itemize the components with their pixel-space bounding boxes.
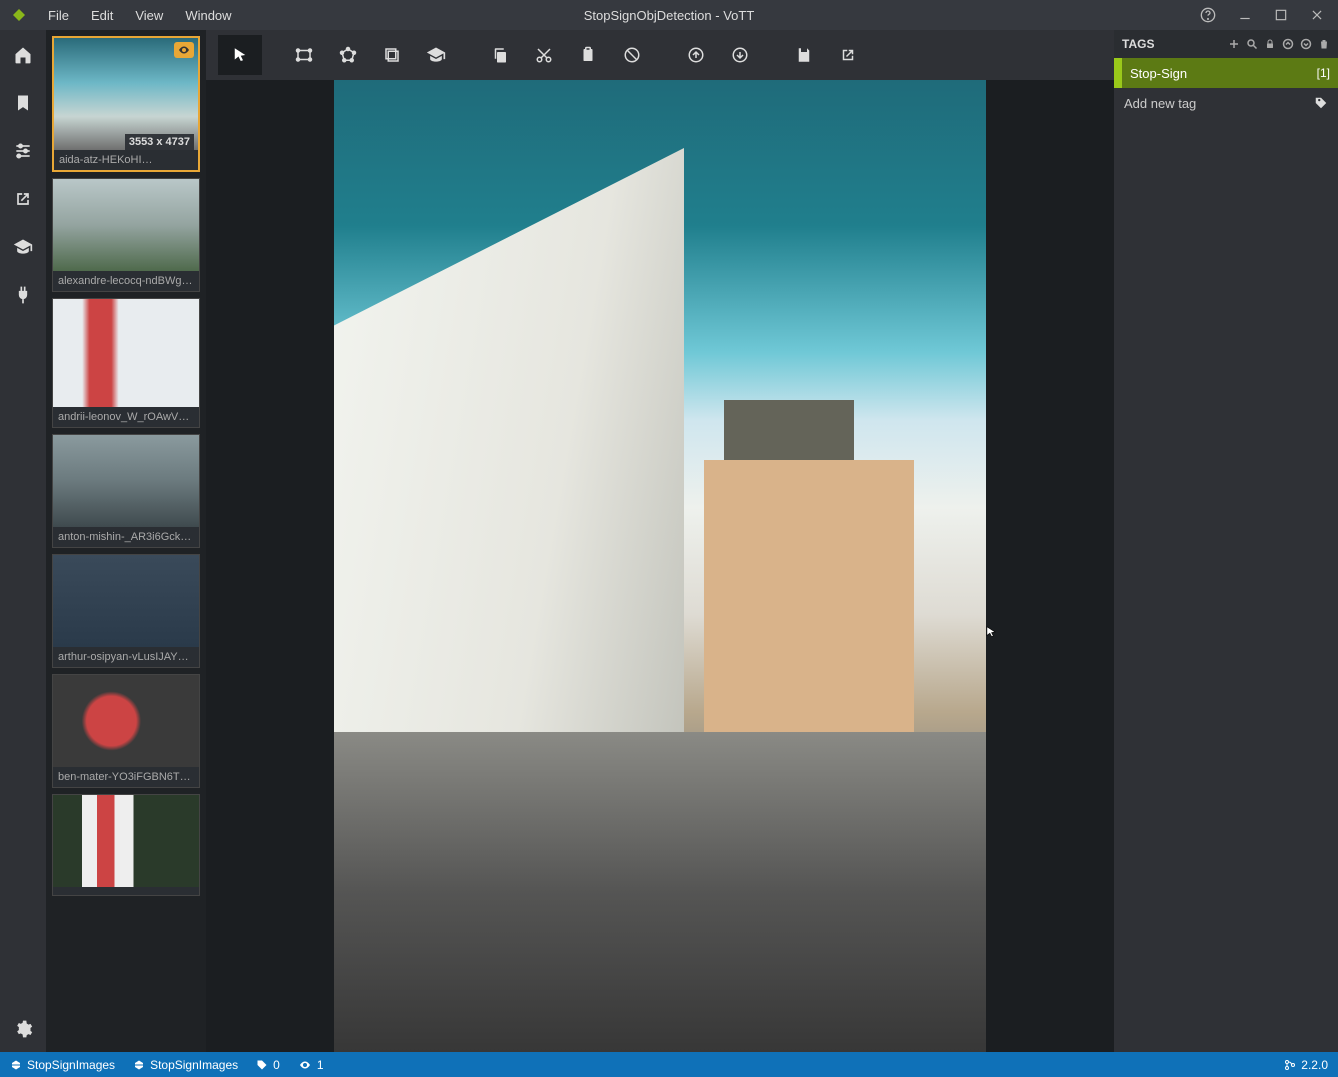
thumbnail-item[interactable]: andrii-leonov_W_rOAwVBPno… [52,298,200,428]
footer-target-label: StopSignImages [150,1058,238,1072]
external-link-icon[interactable] [12,188,34,210]
canvas-image[interactable] [334,80,986,1052]
thumbnail-item[interactable]: anton-mishin-_AR3i6Gck0Q-un… [52,434,200,548]
tag-item[interactable]: Stop-Sign [1] [1114,58,1338,88]
status-bar: StopSignImages StopSignImages 0 1 2.2.0 [0,1052,1338,1077]
footer-visited-count: 1 [298,1058,324,1072]
thumbnail-item[interactable]: ben-mater-YO3iFGBN6TU-uns… [52,674,200,788]
export-project-button[interactable] [826,35,870,75]
thumbnail-image [53,675,199,767]
add-tag-row[interactable]: Add new tag [1114,88,1338,118]
tags-header: TAGS [1114,30,1338,58]
move-tag-up-icon[interactable] [1282,38,1294,50]
help-icon[interactable] [1200,7,1216,23]
footer-version[interactable]: 2.2.0 [1284,1058,1328,1072]
canvas-area[interactable] [206,80,1114,1052]
menu-bar: File Edit View Window [38,8,232,23]
add-tag-input[interactable]: Add new tag [1124,96,1196,111]
thumbnail-image [53,795,199,887]
footer-source-label: StopSignImages [27,1058,115,1072]
thumbnail-label: andrii-leonov_W_rOAwVBPno… [53,407,199,427]
footer-tagged-count: 0 [256,1058,280,1072]
graduation-cap-icon[interactable] [12,236,34,258]
lock-tag-icon[interactable] [1264,38,1276,50]
thumbnail-dimensions: 3553 x 4737 [125,134,194,150]
gear-icon[interactable] [12,1018,34,1040]
bookmark-icon[interactable] [12,92,34,114]
thumbnail-label: anton-mishin-_AR3i6Gck0Q-un… [53,527,199,547]
home-icon[interactable] [12,44,34,66]
footer-visited-value: 1 [317,1058,324,1072]
thumbnail-item[interactable]: alexandre-lecocq-ndBWgMLw6… [52,178,200,292]
maximize-icon[interactable] [1274,8,1288,22]
tags-panel: TAGS Stop-Sign [1] Add new tag [1114,30,1338,1052]
add-tag-icon[interactable] [1228,38,1240,50]
image-content [334,732,986,1052]
footer-target-connection[interactable]: StopSignImages [133,1058,238,1072]
thumbnail-item[interactable]: 3553 x 4737 aida-atz-HEKoHI… [52,36,200,172]
draw-polygon-button[interactable] [326,35,370,75]
menu-edit[interactable]: Edit [91,8,113,23]
active-learning-button[interactable] [414,35,458,75]
footer-source-connection[interactable]: StopSignImages [10,1058,115,1072]
left-rail [0,30,46,1052]
title-bar: File Edit View Window StopSignObjDetecti… [0,0,1338,30]
editor-area [206,30,1114,1052]
footer-tagged-value: 0 [273,1058,280,1072]
save-project-button[interactable] [782,35,826,75]
clear-regions-button[interactable] [610,35,654,75]
thumbnail-image [53,299,199,407]
cursor-icon [984,625,998,639]
menu-window[interactable]: Window [185,8,231,23]
thumbnail-label: alexandre-lecocq-ndBWgMLw6… [53,271,199,291]
sliders-icon[interactable] [12,140,34,162]
tag-icon [1314,96,1328,110]
app-logo-icon [10,6,28,24]
tags-header-label: TAGS [1122,37,1154,51]
menu-view[interactable]: View [135,8,163,23]
window-title: StopSignObjDetection - VoTT [584,8,755,23]
previous-asset-button[interactable] [674,35,718,75]
plug-icon[interactable] [12,284,34,306]
copy-button[interactable] [478,35,522,75]
cut-button[interactable] [522,35,566,75]
image-content [704,460,914,760]
next-asset-button[interactable] [718,35,762,75]
thumbnails-panel[interactable]: 3553 x 4737 aida-atz-HEKoHI… alexandre-l… [46,30,206,1052]
thumbnail-label: arthur-osipyan-vLusIJAYy_Q-un… [53,647,199,667]
select-tool-button[interactable] [218,35,262,75]
thumbnail-image [53,435,199,527]
editor-toolbar [206,30,1114,80]
close-icon[interactable] [1310,8,1324,22]
search-tag-icon[interactable] [1246,38,1258,50]
tag-name: Stop-Sign [1130,66,1187,81]
delete-tag-icon[interactable] [1318,38,1330,50]
tag-hotkey: [1] [1317,66,1330,80]
tagged-badge-icon [174,42,194,58]
footer-version-label: 2.2.0 [1301,1058,1328,1072]
thumbnail-image [53,555,199,647]
thumbnail-item[interactable]: arthur-osipyan-vLusIJAYy_Q-un… [52,554,200,668]
copy-rectangle-button[interactable] [370,35,414,75]
minimize-icon[interactable] [1238,8,1252,22]
thumbnail-image [53,179,199,271]
move-tag-down-icon[interactable] [1300,38,1312,50]
menu-file[interactable]: File [48,8,69,23]
window-controls [1186,7,1338,23]
thumbnail-item[interactable] [52,794,200,896]
thumbnail-label [53,887,199,895]
paste-button[interactable] [566,35,610,75]
thumbnail-label: aida-atz-HEKoHI… [54,150,198,170]
thumbnail-label: ben-mater-YO3iFGBN6TU-uns… [53,767,199,787]
draw-rectangle-button[interactable] [282,35,326,75]
